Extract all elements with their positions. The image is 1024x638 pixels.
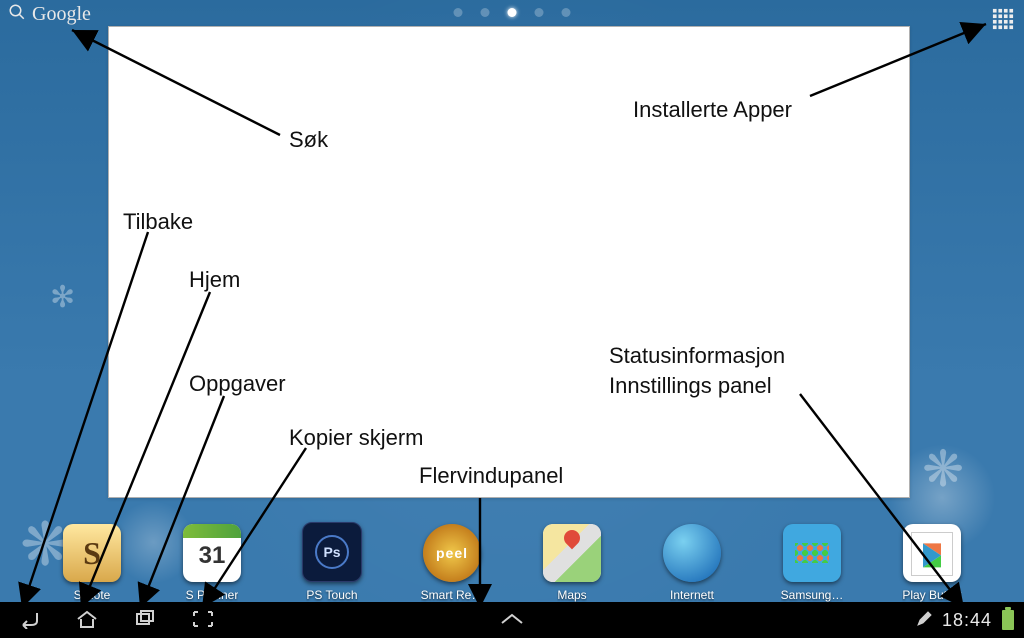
search-icon: [8, 3, 26, 26]
app-label: S Note: [74, 588, 111, 602]
google-search[interactable]: Google: [0, 3, 91, 26]
page-dot[interactable]: [562, 8, 571, 17]
chevron-up-icon: [499, 613, 525, 629]
homescreen-page-indicator[interactable]: [454, 8, 571, 17]
annotation-status-panel: Statusinformasjon Innstillings panel: [609, 341, 785, 400]
splanner-icon: 31: [183, 524, 241, 582]
apps-drawer-button[interactable]: [992, 8, 1014, 35]
annotation-home: Hjem: [189, 267, 240, 293]
recent-apps-button[interactable]: [130, 605, 160, 635]
pstouch-icon: Ps: [302, 522, 362, 582]
apps-grid-icon: [992, 17, 1014, 34]
page-dot-active[interactable]: [508, 8, 517, 17]
status-area[interactable]: 18:44: [916, 610, 1024, 631]
screenshot-icon: [191, 609, 215, 632]
spen-icon: [916, 611, 932, 630]
app-label: PS Touch: [306, 588, 357, 602]
internet-icon: [663, 524, 721, 582]
snote-icon: S: [63, 524, 121, 582]
maps-icon: [543, 524, 601, 582]
app-samsung[interactable]: Samsung…: [772, 524, 852, 602]
annotation-screenshot: Kopier skjerm: [289, 425, 423, 451]
nav-left: [0, 605, 218, 635]
recent-apps-icon: [133, 609, 157, 632]
app-maps[interactable]: Maps: [532, 524, 612, 602]
app-label: Play Butikk: [902, 588, 961, 602]
app-label: S Planner: [186, 588, 239, 602]
page-dot[interactable]: [481, 8, 490, 17]
app-label: Smart Re…: [421, 588, 484, 602]
screenshot-button[interactable]: [188, 605, 218, 635]
app-internet[interactable]: Internett: [652, 524, 732, 602]
app-playstore[interactable]: Play Butikk: [892, 524, 972, 602]
annotation-back: Tilbake: [123, 209, 193, 235]
app-label: Internett: [670, 588, 714, 602]
app-splanner[interactable]: 31 S Planner: [172, 524, 252, 602]
home-button[interactable]: [72, 605, 102, 635]
page-dot[interactable]: [535, 8, 544, 17]
home-icon: [75, 609, 99, 632]
google-search-label: Google: [32, 3, 91, 26]
battery-icon: [1002, 610, 1014, 630]
playstore-icon: [903, 524, 961, 582]
annotation-multiwindow: Flervindupanel: [419, 463, 563, 489]
samsung-apps-icon: [783, 524, 841, 582]
wallpaper-wisp: ❋: [922, 440, 964, 498]
annotation-panel: Søk Installerte Apper Tilbake Hjem Oppga…: [108, 26, 910, 498]
system-navbar: 18:44: [0, 602, 1024, 638]
back-button[interactable]: [14, 605, 44, 635]
clock: 18:44: [942, 610, 992, 631]
annotation-tasks: Oppgaver: [189, 371, 286, 397]
app-pstouch[interactable]: Ps PS Touch: [292, 522, 372, 602]
wallpaper-wisp: ✻: [50, 280, 75, 315]
app-label: Samsung…: [781, 588, 844, 602]
multiwindow-handle[interactable]: [499, 612, 525, 629]
annotation-search: Søk: [289, 127, 328, 153]
smartremote-icon: peel: [423, 524, 481, 582]
app-smartremote[interactable]: peel Smart Re…: [412, 524, 492, 602]
dock: S S Note 31 S Planner Ps PS Touch peel S…: [0, 506, 1024, 602]
app-snote[interactable]: S S Note: [52, 524, 132, 602]
app-label: Maps: [557, 588, 586, 602]
top-bar: Google: [0, 0, 1024, 28]
back-icon: [17, 609, 41, 632]
page-dot[interactable]: [454, 8, 463, 17]
annotation-installed-apps: Installerte Apper: [633, 97, 792, 123]
